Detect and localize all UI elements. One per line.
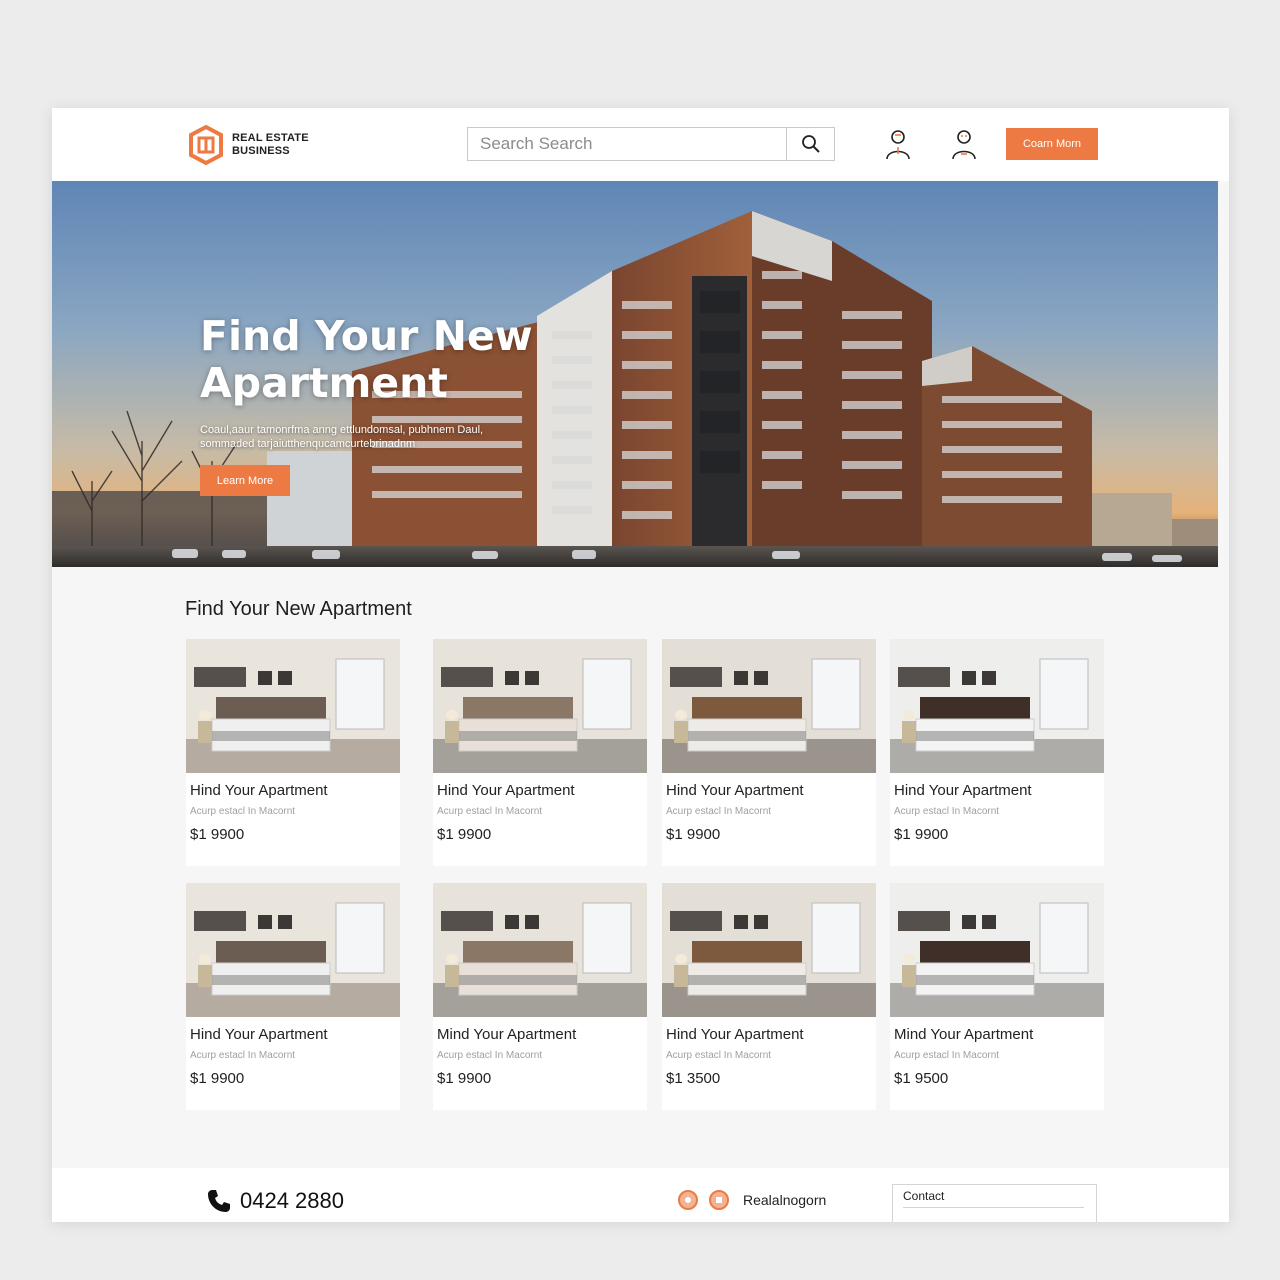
hero-title: Find Your New Apartment xyxy=(200,312,533,407)
listing-subtitle: Acurp estacl In Macornt xyxy=(190,1050,296,1061)
listing-card[interactable]: Hind Your Apartment Acurp estacl In Macor… xyxy=(433,639,647,866)
contact-divider xyxy=(903,1207,1084,1208)
user-profile-button[interactable] xyxy=(948,126,980,162)
logo-icon[interactable] xyxy=(188,124,224,166)
phone-number: 0424 2880 xyxy=(240,1188,344,1213)
user-account-button[interactable] xyxy=(882,126,914,162)
listing-photo[interactable] xyxy=(890,639,1104,773)
contact-label: Contact xyxy=(903,1189,945,1203)
listing-title: Hind Your Apartment xyxy=(894,782,1032,799)
search-input[interactable] xyxy=(468,128,786,160)
hero-learn-more-button[interactable]: Learn More xyxy=(200,465,290,496)
brand-line-1: REAL ESTATE xyxy=(232,132,309,144)
listing-card[interactable]: Hind Your Apartment Acurp estacl In Macor… xyxy=(186,883,400,1110)
listing-price: $1 9900 xyxy=(190,826,245,843)
listing-photo[interactable] xyxy=(186,883,400,1017)
social-icon-2[interactable] xyxy=(709,1190,729,1210)
page: REAL ESTATE BUSINESS Search Search Coarn… xyxy=(52,108,1229,1222)
footer: 0424 2880 Realalnogorn Contact xyxy=(52,1168,1229,1222)
hero-description: Coaul,aaur tamonrfma anng ettlundomsal, … xyxy=(200,424,484,450)
hero-banner: Find Your New Apartment Coaul,aaur tamon… xyxy=(52,181,1218,567)
footer-phone[interactable]: 0424 2880 xyxy=(206,1188,344,1214)
listing-photo[interactable] xyxy=(186,639,400,773)
listing-photo[interactable] xyxy=(433,639,647,773)
brand-name: REAL ESTATE BUSINESS xyxy=(232,132,309,158)
listing-photo[interactable] xyxy=(433,883,647,1017)
listing-subtitle: Acurp estacl In Macornt xyxy=(190,806,296,817)
footer-social: Realalnogorn xyxy=(678,1190,826,1210)
listing-price: $1 3500 xyxy=(666,1070,721,1087)
listing-title: Hind Your Apartment xyxy=(190,782,328,799)
phone-icon xyxy=(208,1190,230,1212)
header: REAL ESTATE BUSINESS Search Search Coarn… xyxy=(52,108,1229,181)
listing-price: $1 9900 xyxy=(666,826,721,843)
listing-photo[interactable] xyxy=(662,639,876,773)
social-icon-1[interactable] xyxy=(678,1190,698,1210)
footer-website[interactable]: Realalnogorn xyxy=(743,1192,826,1208)
brand-line-2: BUSINESS xyxy=(232,145,290,157)
listing-photo[interactable] xyxy=(890,883,1104,1017)
user-account-icon xyxy=(886,130,910,160)
listing-card[interactable]: Mind Your Apartment Acurp estacl In Macor… xyxy=(433,883,647,1110)
search-button[interactable] xyxy=(786,128,834,160)
listing-title: Hind Your Apartment xyxy=(437,782,575,799)
footer-contact-box[interactable]: Contact xyxy=(892,1184,1097,1222)
listing-subtitle: Acurp estacl In Macornt xyxy=(666,806,772,817)
listing-price: $1 9900 xyxy=(437,1070,492,1087)
listing-title: Hind Your Apartment xyxy=(666,782,804,799)
search-icon xyxy=(801,135,820,153)
listing-title: Mind Your Apartment xyxy=(437,1026,577,1043)
user-profile-icon xyxy=(952,130,976,160)
listing-title: Hind Your Apartment xyxy=(666,1026,804,1043)
search-bar xyxy=(467,127,835,161)
listing-subtitle: Acurp estacl In Macornt xyxy=(437,1050,543,1061)
listing-subtitle: Acurp estacl In Macornt xyxy=(894,806,1000,817)
listing-card[interactable]: Hind Your Apartment Acurp estacl In Macor… xyxy=(186,639,400,866)
listing-card[interactable]: Hind Your Apartment Acurp estacl In Macor… xyxy=(662,639,876,866)
listing-title: Mind Your Apartment xyxy=(894,1026,1034,1043)
listings-section-title: Find Your New Apartment xyxy=(185,598,412,620)
listing-price: $1 9900 xyxy=(894,826,949,843)
listing-card[interactable]: Hind Your Apartment Acurp estacl In Macor… xyxy=(890,639,1104,866)
listing-title: Hind Your Apartment xyxy=(190,1026,328,1043)
listing-card[interactable]: Mind Your Apartment Acurp estacl In Macor… xyxy=(890,883,1104,1110)
listing-price: $1 9500 xyxy=(894,1070,949,1087)
listing-photo[interactable] xyxy=(662,883,876,1017)
listing-subtitle: Acurp estacl In Macornt xyxy=(894,1050,1000,1061)
listing-price: $1 9900 xyxy=(437,826,492,843)
header-cta-button[interactable]: Coarn Morn xyxy=(1006,128,1098,160)
listing-subtitle: Acurp estacl In Macornt xyxy=(437,806,543,817)
listing-price: $1 9900 xyxy=(190,1070,245,1087)
listing-subtitle: Acurp estacl In Macornt xyxy=(666,1050,772,1061)
listing-card[interactable]: Hind Your Apartment Acurp estacl In Macor… xyxy=(662,883,876,1110)
